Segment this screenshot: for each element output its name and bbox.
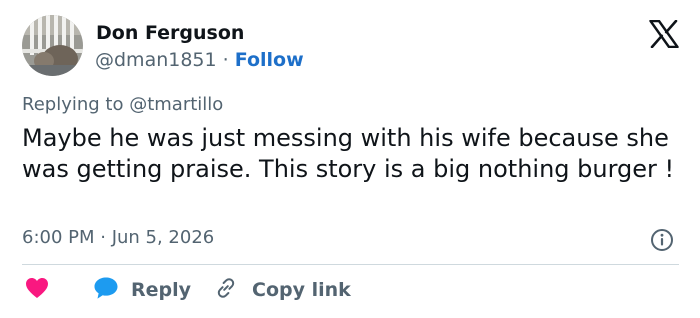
copy-link-button[interactable]: Copy link	[214, 277, 351, 303]
reply-context: Replying to @tmartillo	[22, 94, 223, 115]
like-button[interactable]	[25, 277, 49, 303]
reply-context-mention[interactable]: @tmartillo	[129, 94, 223, 115]
author-name[interactable]: Don Ferguson	[96, 22, 244, 44]
x-logo-icon[interactable]	[649, 19, 679, 49]
speech-bubble-icon	[93, 276, 119, 304]
author-handle[interactable]: @dman1851	[95, 49, 217, 71]
divider	[22, 264, 679, 265]
reply-label: Reply	[131, 279, 192, 301]
tweet-text: Maybe he was just messing with his wife …	[22, 124, 675, 183]
heart-icon	[25, 277, 49, 303]
follow-button[interactable]: Follow	[235, 49, 304, 71]
tweet-timestamp[interactable]: 6:00 PM · Jun 5, 2026	[22, 227, 214, 248]
copy-link-label: Copy link	[252, 279, 351, 301]
author-handle-row: @dman1851 · Follow	[95, 49, 304, 71]
tweet-card: Don Ferguson @dman1851 · Follow Replying…	[0, 0, 700, 318]
info-icon[interactable]	[650, 228, 674, 252]
reply-context-prefix: Replying to	[22, 94, 124, 115]
link-icon	[214, 276, 238, 304]
reply-button[interactable]: Reply	[93, 277, 191, 303]
avatar[interactable]	[22, 15, 83, 76]
separator-dot: ·	[222, 49, 229, 71]
